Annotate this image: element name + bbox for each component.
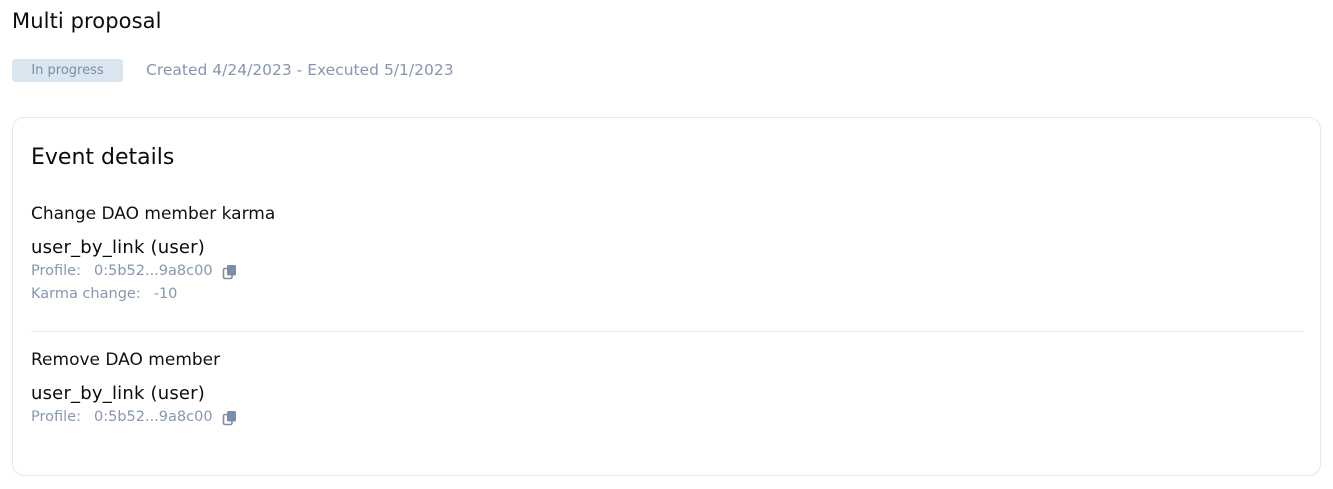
copy-icon[interactable] xyxy=(222,410,238,426)
profile-address: 0:5b52...9a8c00 xyxy=(93,409,213,425)
event-type: Change DAO member karma xyxy=(31,204,276,224)
event-details-card: Event details Change DAO member karma us… xyxy=(12,117,1321,476)
karma-line: Karma change: -10 xyxy=(31,283,275,306)
card-title: Event details xyxy=(31,145,175,170)
event-type: Remove DAO member xyxy=(31,350,221,370)
copy-icon[interactable] xyxy=(222,264,238,280)
status-row: In progress Created 4/24/2023 - Executed… xyxy=(12,58,454,82)
event-item: Remove DAO member user_by_link (user) Pr… xyxy=(31,348,238,429)
event-item: Change DAO member karma user_by_link (us… xyxy=(31,202,275,306)
profile-label: Profile: xyxy=(31,409,81,425)
profile-address: 0:5b52...9a8c00 xyxy=(93,263,213,279)
user-name: user_by_link (user) xyxy=(31,383,206,404)
karma-value: -10 xyxy=(153,286,178,302)
status-badge: In progress xyxy=(12,58,123,82)
profile-line: Profile: 0:5b52...9a8c00 xyxy=(31,406,238,429)
profile-label: Profile: xyxy=(31,263,81,279)
page-title: Multi proposal xyxy=(12,9,162,33)
user-name: user_by_link (user) xyxy=(31,237,206,258)
proposal-dates: Created 4/24/2023 - Executed 5/1/2023 xyxy=(146,61,454,79)
profile-line: Profile: 0:5b52...9a8c00 xyxy=(31,260,275,283)
karma-label: Karma change: xyxy=(31,286,141,302)
divider xyxy=(31,331,1304,332)
